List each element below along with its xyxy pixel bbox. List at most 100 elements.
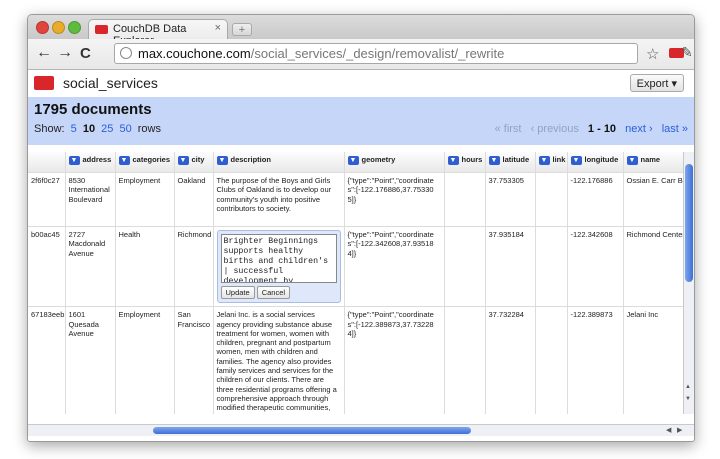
forward-arrow-icon[interactable]: → — [57, 44, 73, 62]
wrench-icon[interactable]: ✎ — [681, 44, 693, 61]
horizontal-scroll-thumb[interactable] — [153, 427, 471, 434]
app-header: social_services Export ▾ — [28, 70, 694, 97]
show-label: Show: — [34, 123, 65, 135]
cell-description[interactable]: The purpose of the Boys and Girls Clubs … — [213, 172, 345, 227]
header-address[interactable]: ▼ address — [65, 152, 116, 173]
tab-strip: CouchDB Data Explorer × + — [28, 15, 694, 47]
cell-city[interactable]: Richmond — [174, 226, 214, 308]
zoom-window-button[interactable] — [68, 21, 81, 34]
dropdown-icon[interactable]: ▼ — [177, 155, 189, 165]
address-bar[interactable]: max.couchone.com/social_services/_design… — [114, 43, 638, 64]
cell-name[interactable]: Ossian E. Carr Branch — [623, 172, 688, 227]
cell-address[interactable]: 1601 Quesada Avenue — [65, 306, 116, 414]
cell-city[interactable]: San Francisco — [174, 306, 214, 414]
document-summary-bar: 1795 documents Show: 5 10 25 50 rows « f… — [28, 97, 694, 145]
dropdown-icon[interactable]: ▼ — [570, 155, 582, 165]
cell-id[interactable]: b00ac45 — [28, 226, 66, 308]
url-path: /social_services/_design/removalist/_rew… — [250, 46, 505, 61]
table-row: b00ac45 2727 Macdonald Avenue Health Ric… — [28, 226, 688, 308]
cell-geometry[interactable]: {"type":"Point","coordinates":[-122.3426… — [344, 226, 445, 308]
cell-latitude[interactable]: 37.732284 — [485, 306, 536, 414]
header-longitude[interactable]: ▼ longitude — [567, 152, 624, 173]
cell-address[interactable]: 2727 Macdonald Avenue — [65, 226, 116, 308]
next-page-link[interactable]: next › — [625, 123, 653, 135]
back-arrow-icon[interactable]: ← — [36, 44, 52, 62]
page-size-50[interactable]: 50 — [119, 123, 131, 135]
cell-longitude[interactable]: -122.176886 — [567, 172, 624, 227]
cell-geometry[interactable]: {"type":"Point","coordinates":[-122.1768… — [344, 172, 445, 227]
horizontal-scrollbar[interactable]: ◀ ▶ — [28, 424, 694, 436]
header-link[interactable]: ▼ link — [535, 152, 568, 173]
export-button[interactable]: Export ▾ — [629, 74, 684, 92]
close-window-button[interactable] — [36, 21, 49, 34]
page-size-5[interactable]: 5 — [71, 123, 77, 135]
cell-hours[interactable] — [444, 226, 486, 308]
minimize-window-button[interactable] — [52, 21, 65, 34]
header-city[interactable]: ▼ city — [174, 152, 214, 173]
inline-editor: Brighter Beginnings supports healthy bir… — [216, 230, 341, 304]
header-id — [28, 152, 66, 173]
header-hours[interactable]: ▼ hours — [444, 152, 486, 173]
cell-id[interactable]: 2f6f0c27 — [28, 172, 66, 227]
dropdown-icon[interactable]: ▼ — [626, 155, 638, 165]
cell-link[interactable] — [535, 172, 568, 227]
last-page-link[interactable]: last » — [662, 123, 688, 135]
cell-longitude[interactable]: -122.389873 — [567, 306, 624, 414]
cell-geometry[interactable]: {"type":"Point","coordinates":[-122.3898… — [344, 306, 445, 414]
cancel-button[interactable]: Cancel — [256, 286, 291, 300]
cell-hours[interactable] — [444, 306, 486, 414]
cell-description[interactable]: Jelani Inc. is a social services agency … — [213, 306, 345, 414]
cell-link[interactable] — [535, 226, 568, 308]
update-button[interactable]: Update — [220, 286, 255, 300]
cell-description-editing: Brighter Beginnings supports healthy bir… — [213, 226, 345, 308]
dropdown-icon[interactable]: ▼ — [538, 155, 550, 165]
cell-categories[interactable]: Health — [115, 226, 175, 308]
first-page-link[interactable]: « first — [495, 123, 522, 135]
star-bookmark-icon[interactable]: ☆ — [646, 45, 659, 63]
header-geometry[interactable]: ▼ geometry — [344, 152, 445, 173]
page-content: social_services Export ▾ 1795 documents … — [28, 70, 694, 441]
document-count: 1795 documents — [34, 101, 152, 118]
dropdown-icon[interactable]: ▼ — [68, 155, 80, 165]
browser-tab[interactable]: CouchDB Data Explorer × — [88, 19, 228, 47]
cell-categories[interactable]: Employment — [115, 172, 175, 227]
tab-close-icon[interactable]: × — [215, 22, 221, 34]
vertical-scrollbar[interactable]: ▲ ▼ — [683, 152, 694, 414]
previous-page-link[interactable]: ‹ previous — [531, 123, 579, 135]
browser-toolbar: ← → C max.couchone.com/social_services/_… — [28, 39, 694, 70]
scroll-left-arrow-icon[interactable]: ◀ — [666, 426, 671, 434]
vertical-scroll-thumb[interactable] — [685, 164, 693, 282]
scroll-down-arrow-icon[interactable]: ▼ — [685, 396, 691, 402]
couchdb-favicon-icon — [95, 25, 108, 34]
dropdown-icon[interactable]: ▼ — [447, 155, 459, 165]
dropdown-icon[interactable]: ▼ — [488, 155, 500, 165]
cell-name[interactable]: Richmond Center — [623, 226, 688, 308]
new-tab-button[interactable]: + — [232, 23, 252, 36]
page-size-10[interactable]: 10 — [83, 123, 95, 135]
header-categories[interactable]: ▼ categories — [115, 152, 175, 173]
cell-latitude[interactable]: 37.753305 — [485, 172, 536, 227]
dropdown-icon[interactable]: ▼ — [347, 155, 359, 165]
header-latitude[interactable]: ▼ latitude — [485, 152, 536, 173]
page-size-25[interactable]: 25 — [101, 123, 113, 135]
cell-address[interactable]: 8530 International Boulevard — [65, 172, 116, 227]
cell-categories[interactable]: Employment — [115, 306, 175, 414]
cell-id[interactable]: 67183eeb — [28, 306, 66, 414]
dropdown-icon[interactable]: ▼ — [118, 155, 130, 165]
cell-hours[interactable] — [444, 172, 486, 227]
cell-name[interactable]: Jelani Inc — [623, 306, 688, 414]
reload-icon[interactable]: C — [80, 45, 91, 62]
cell-latitude[interactable]: 37.935184 — [485, 226, 536, 308]
description-textarea[interactable]: Brighter Beginnings supports healthy bir… — [220, 234, 337, 283]
cell-longitude[interactable]: -122.342608 — [567, 226, 624, 308]
cell-link[interactable] — [535, 306, 568, 414]
database-name: social_services — [63, 75, 158, 91]
header-description[interactable]: ▼ description — [213, 152, 345, 173]
cell-city[interactable]: Oakland — [174, 172, 214, 227]
scroll-up-arrow-icon[interactable]: ▲ — [685, 384, 691, 390]
page-size-selector: Show: 5 10 25 50 rows — [34, 123, 161, 135]
scroll-right-arrow-icon[interactable]: ▶ — [677, 426, 682, 434]
dropdown-icon[interactable]: ▼ — [216, 155, 228, 165]
table-row: 67183eeb 1601 Quesada Avenue Employment … — [28, 306, 688, 414]
header-name[interactable]: ▼ name — [623, 152, 688, 173]
